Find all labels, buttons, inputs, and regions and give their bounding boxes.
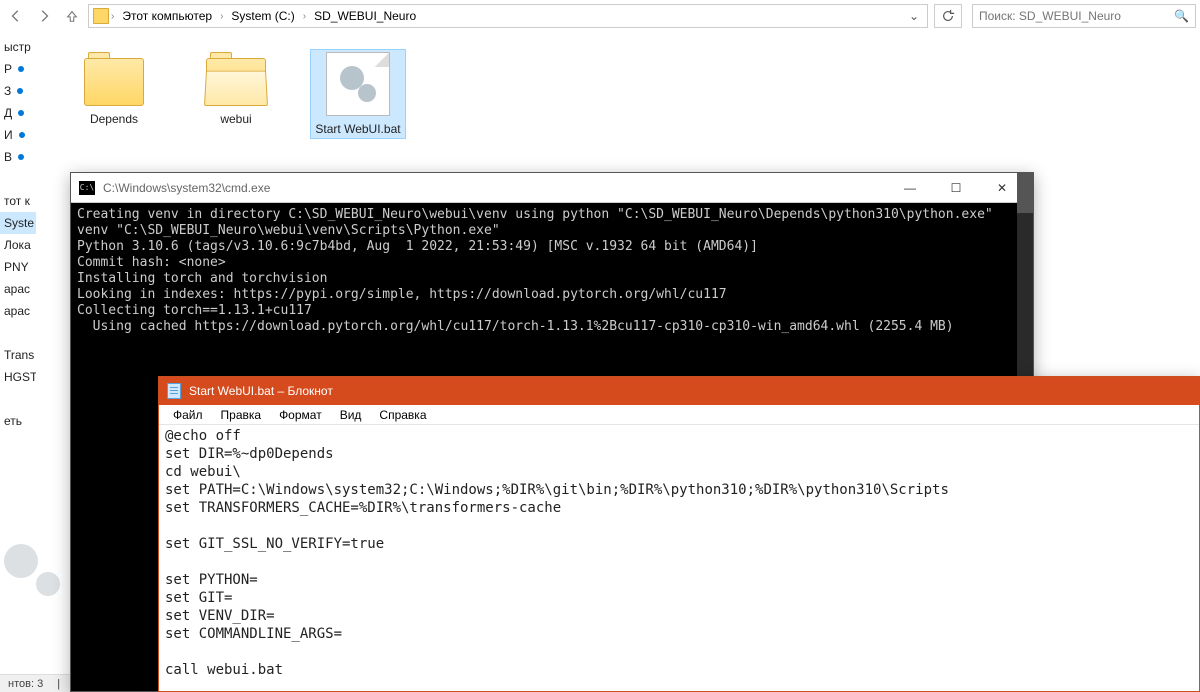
- sidebar-item[interactable]: ыстр: [0, 36, 36, 58]
- pin-icon: [16, 152, 26, 162]
- sidebar-item: [0, 388, 36, 410]
- breadcrumb-item[interactable]: SD_WEBUI_Neuro: [308, 5, 422, 27]
- menu-format[interactable]: Формат: [271, 407, 330, 423]
- folder-icon: [93, 8, 109, 24]
- breadcrumb-item[interactable]: System (C:): [225, 5, 300, 27]
- sidebar-item[interactable]: тот к: [0, 190, 36, 212]
- folder-icon: [82, 52, 146, 106]
- menu-view[interactable]: Вид: [332, 407, 370, 423]
- notepad-title: Start WebUI.bat – Блокнот: [189, 384, 333, 398]
- sidebar-item[interactable]: HGST: [0, 366, 36, 388]
- file-label: Depends: [90, 112, 138, 126]
- maximize-button[interactable]: ☐: [933, 173, 979, 203]
- explorer-address-bar: › Этот компьютер › System (C:) › SD_WEBU…: [0, 0, 1200, 32]
- refresh-button[interactable]: [934, 4, 962, 28]
- file-label: webui: [220, 112, 251, 126]
- bat-file-icon: [326, 52, 390, 116]
- nav-forward-button[interactable]: [32, 4, 56, 28]
- chevron-down-icon[interactable]: ⌄: [905, 9, 923, 23]
- sidebar-item[interactable]: арас: [0, 300, 36, 322]
- folder-icon: [204, 52, 268, 106]
- menu-help[interactable]: Справка: [371, 407, 434, 423]
- notepad-menubar: Файл Правка Формат Вид Справка: [159, 405, 1199, 425]
- file-label: Start WebUI.bat: [315, 122, 400, 136]
- search-icon[interactable]: 🔍: [1174, 9, 1189, 23]
- sidebar-item[interactable]: Лока: [0, 234, 36, 256]
- sidebar-item[interactable]: Д: [0, 102, 36, 124]
- sidebar-item[interactable]: З: [0, 80, 36, 102]
- menu-edit[interactable]: Правка: [213, 407, 270, 423]
- sidebar-item[interactable]: Р: [0, 58, 36, 80]
- chevron-right-icon: ›: [220, 11, 223, 22]
- sidebar-item[interactable]: И: [0, 124, 36, 146]
- status-item-count: нтов: 3: [8, 678, 43, 690]
- sidebar-item[interactable]: арас: [0, 278, 36, 300]
- nav-up-button[interactable]: [60, 4, 84, 28]
- file-start-webui-bat[interactable]: Start WebUI.bat: [311, 50, 405, 138]
- sidebar-item: [0, 168, 36, 190]
- breadcrumb[interactable]: › Этот компьютер › System (C:) › SD_WEBU…: [88, 4, 928, 28]
- menu-file[interactable]: Файл: [165, 407, 211, 423]
- pin-icon: [15, 86, 25, 96]
- scrollbar-thumb[interactable]: [1017, 173, 1033, 213]
- notepad-icon: [167, 383, 181, 399]
- sidebar-item[interactable]: Trans: [0, 344, 36, 366]
- chevron-right-icon: ›: [303, 11, 306, 22]
- cmd-titlebar[interactable]: C:\ C:\Windows\system32\cmd.exe — ☐ ✕: [71, 173, 1033, 203]
- folder-depends[interactable]: Depends: [67, 50, 161, 128]
- chevron-right-icon: ›: [111, 11, 114, 22]
- sidebar-item[interactable]: В: [0, 146, 36, 168]
- notepad-titlebar[interactable]: Start WebUI.bat – Блокнот: [159, 377, 1199, 405]
- notepad-content[interactable]: @echo off set DIR=%~dp0Depends cd webui\…: [159, 425, 1199, 681]
- sidebar-item[interactable]: Syste: [0, 212, 36, 234]
- gear-icon: [0, 538, 60, 598]
- cmd-title: C:\Windows\system32\cmd.exe: [103, 181, 887, 195]
- search-box[interactable]: 🔍: [972, 4, 1196, 28]
- sidebar-item[interactable]: PNY: [0, 256, 36, 278]
- notepad-window[interactable]: Start WebUI.bat – Блокнот Файл Правка Фо…: [158, 376, 1200, 692]
- search-input[interactable]: [979, 9, 1174, 23]
- cmd-icon: C:\: [79, 181, 95, 195]
- breadcrumb-item[interactable]: Этот компьютер: [116, 5, 218, 27]
- pin-icon: [17, 130, 27, 140]
- folder-webui[interactable]: webui: [189, 50, 283, 128]
- minimize-button[interactable]: —: [887, 173, 933, 203]
- sidebar-item: [0, 322, 36, 344]
- pin-icon: [16, 64, 26, 74]
- pin-icon: [16, 108, 26, 118]
- sidebar-item[interactable]: еть: [0, 410, 36, 432]
- nav-back-button[interactable]: [4, 4, 28, 28]
